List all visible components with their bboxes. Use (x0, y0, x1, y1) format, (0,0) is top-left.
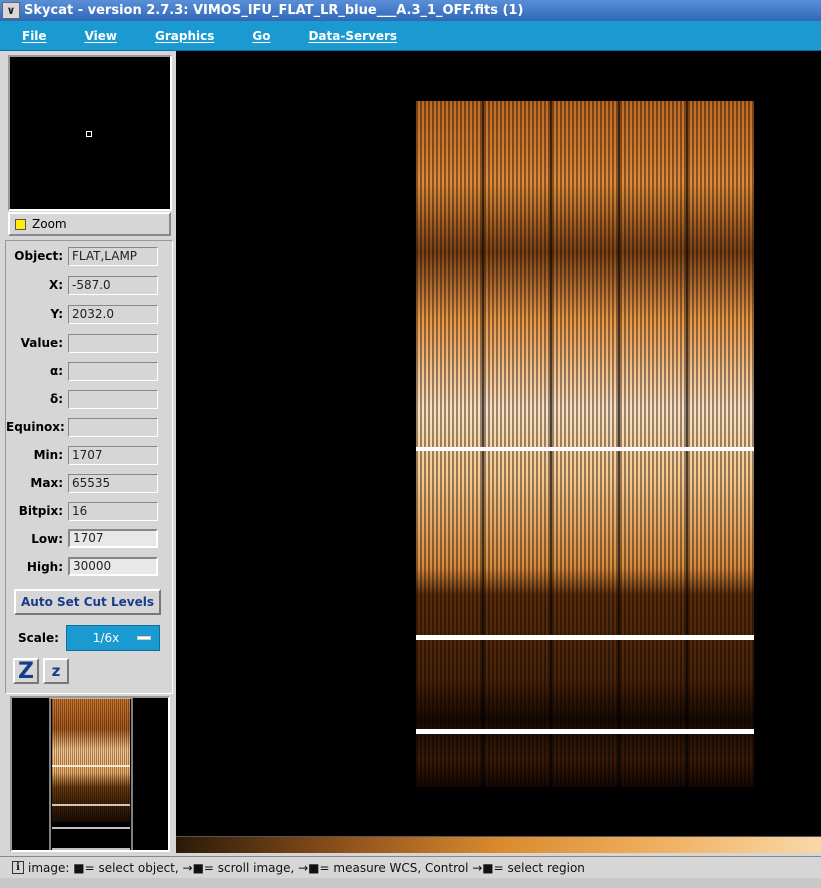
status-text: image: ■= select object, →■= scroll imag… (28, 860, 585, 875)
menu-graphics[interactable]: Graphics (133, 29, 230, 43)
pan-window[interactable] (8, 55, 172, 211)
equinox-value (68, 418, 158, 437)
menu-data-servers[interactable]: Data-Servers (286, 29, 413, 43)
max-label: Max: (30, 476, 63, 490)
scale-value: 1/6x (92, 631, 120, 645)
thumbnail-image (49, 698, 133, 850)
zoom-out-button[interactable]: z (43, 658, 69, 684)
image-thumbnail[interactable] (10, 696, 170, 852)
low-cut-input[interactable]: 1707 (68, 529, 158, 548)
y-value: 2032.0 (68, 305, 158, 324)
bitpix-label: Bitpix: (18, 504, 63, 518)
menu-go[interactable]: Go (230, 29, 286, 43)
pixel-value (68, 334, 158, 353)
info-icon: i (12, 861, 24, 874)
menu-view[interactable]: View (63, 29, 133, 43)
scale-dropdown[interactable]: 1/6x (66, 625, 160, 651)
window-title: Skycat - version 2.7.3: VIMOS_IFU_FLAT_L… (24, 3, 524, 18)
window-titlebar: ∨ Skycat - version 2.7.3: VIMOS_IFU_FLAT… (0, 0, 821, 21)
min-label: Min: (33, 448, 63, 462)
high-label: High: (26, 560, 63, 574)
scale-label: Scale: (18, 631, 59, 645)
fits-image (416, 101, 754, 787)
alpha-label: α: (49, 364, 63, 378)
object-value: FLAT,LAMP (68, 247, 158, 266)
max-value: 65535 (68, 474, 158, 493)
min-value: 1707 (68, 446, 158, 465)
delta-value (68, 390, 158, 409)
window-bottom-border (0, 878, 821, 888)
control-panel: Zoom Object: FLAT,LAMP X: -587.0 Y: 2032… (0, 51, 176, 857)
auto-set-cut-levels-button[interactable]: Auto Set Cut Levels (14, 589, 161, 615)
window-menu-button[interactable]: ∨ (2, 2, 20, 19)
option-menu-indicator-icon (137, 636, 151, 640)
zoom-in-button[interactable]: Z (13, 658, 39, 684)
menu-file[interactable]: File (0, 29, 63, 43)
zoom-checkbox-icon[interactable] (15, 218, 26, 230)
x-value: -587.0 (68, 276, 158, 295)
equinox-label: Equinox: (6, 420, 65, 434)
colorbar[interactable] (176, 836, 821, 853)
high-cut-input[interactable]: 30000 (68, 557, 158, 576)
menubar: File View Graphics Go Data-Servers (0, 21, 821, 51)
image-display[interactable] (176, 51, 821, 836)
value-label: Value: (20, 336, 63, 350)
pan-marker[interactable] (86, 131, 92, 137)
image-info-panel: Object: FLAT,LAMP X: -587.0 Y: 2032.0 Va… (5, 240, 173, 694)
zoom-label: Zoom (32, 217, 67, 231)
bitpix-value: 16 (68, 502, 158, 521)
low-label: Low: (31, 532, 63, 546)
status-bar: i image: ■= select object, →■= scroll im… (0, 856, 821, 878)
delta-label: δ: (49, 392, 63, 406)
zoom-toggle[interactable]: Zoom (8, 212, 171, 236)
y-label: Y: (50, 307, 63, 321)
object-label: Object: (14, 249, 63, 263)
x-label: X: (48, 278, 63, 292)
alpha-value (68, 362, 158, 381)
